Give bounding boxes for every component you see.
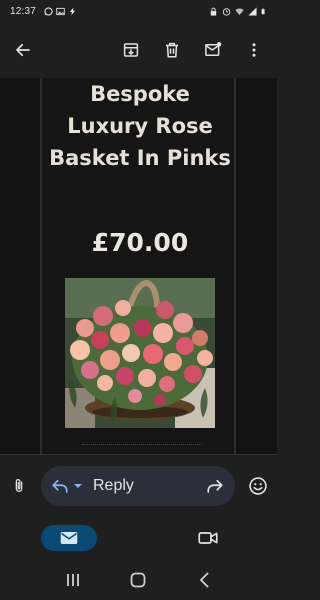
attach-button[interactable] xyxy=(8,475,30,497)
chevron-down-icon[interactable] xyxy=(73,482,83,490)
forward-button[interactable] xyxy=(205,476,225,496)
video-icon xyxy=(198,532,218,544)
rose-basket-image[interactable] xyxy=(65,278,215,428)
home-icon xyxy=(131,572,146,588)
system-navigation xyxy=(0,560,277,600)
toolbar-actions xyxy=(118,37,267,63)
paperclip-icon xyxy=(15,478,23,492)
reply-button[interactable]: Reply xyxy=(41,465,235,506)
rose-basket-picture xyxy=(65,278,215,428)
mail-tab[interactable] xyxy=(41,525,97,551)
back-icon xyxy=(200,572,209,588)
status-right xyxy=(209,6,267,16)
product-title: Bespoke Luxury Rose Basket In Pinks xyxy=(49,82,231,170)
status-time: 12:37 xyxy=(10,5,37,17)
arrow-left-icon xyxy=(16,43,30,57)
forward-icon xyxy=(207,479,223,493)
reply-bar: Reply xyxy=(0,454,277,516)
back-nav-button[interactable] xyxy=(194,570,214,590)
more-vert-icon xyxy=(252,43,256,57)
bolt-icon xyxy=(69,6,76,16)
divider xyxy=(82,444,202,445)
bottom-navigation xyxy=(0,516,277,560)
product-price: £70.00 xyxy=(91,228,189,257)
archive-button[interactable] xyxy=(118,37,144,63)
mail-icon xyxy=(60,532,78,544)
status-left: 12:37 xyxy=(10,6,77,17)
lock-icon xyxy=(210,7,217,16)
recents-button[interactable] xyxy=(63,570,83,590)
image-icon xyxy=(56,7,65,15)
reply-icon xyxy=(52,479,68,493)
whatsapp-icon xyxy=(44,6,53,16)
status-bar: 12:37 xyxy=(0,0,277,22)
mark-unread-icon xyxy=(205,42,222,56)
alarm-icon xyxy=(222,7,231,16)
recents-icon xyxy=(66,574,79,586)
battery-icon xyxy=(261,8,265,14)
mark-unread-button[interactable] xyxy=(200,37,226,63)
meet-tab[interactable] xyxy=(196,525,220,551)
archive-icon xyxy=(123,43,139,57)
home-button[interactable] xyxy=(128,570,148,590)
product-card: Bespoke Luxury Rose Basket In Pinks £70.… xyxy=(40,78,236,454)
signal-icon xyxy=(248,6,257,16)
delete-button[interactable] xyxy=(159,37,185,63)
top-toolbar xyxy=(0,22,277,78)
wifi-icon xyxy=(235,8,244,15)
delete-icon xyxy=(166,42,178,58)
emoji-button[interactable] xyxy=(247,475,269,497)
more-options-button[interactable] xyxy=(241,37,267,63)
reply-label: Reply xyxy=(93,476,134,494)
back-button[interactable] xyxy=(10,37,36,63)
email-body[interactable]: Bespoke Luxury Rose Basket In Pinks £70.… xyxy=(0,78,277,454)
emoji-icon xyxy=(249,476,267,495)
